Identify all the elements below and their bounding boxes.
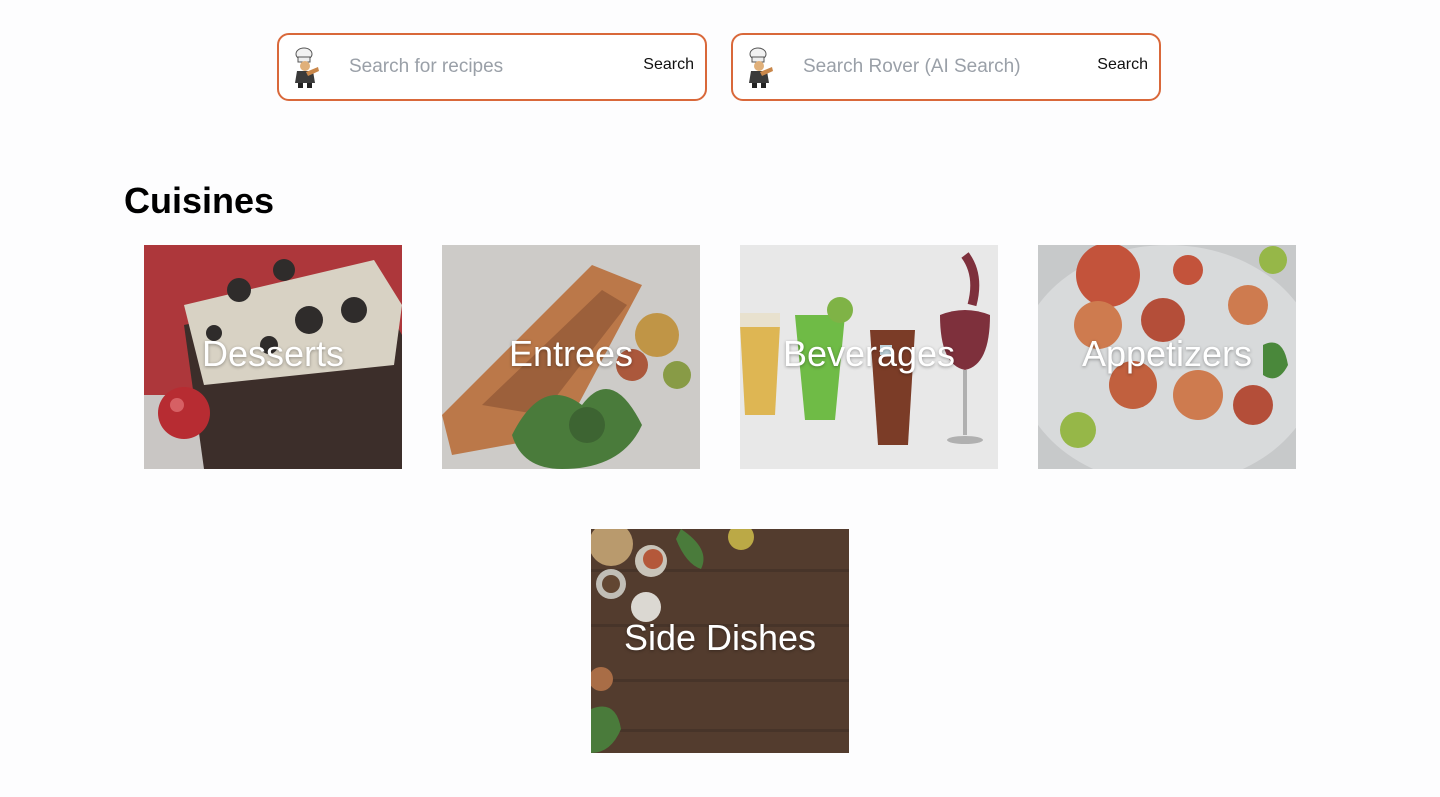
cuisine-label: Entrees [508, 333, 634, 374]
rover-search-bar: Search [731, 33, 1161, 101]
cuisine-label: Desserts [201, 333, 345, 374]
cuisine-label: Side Dishes [623, 617, 817, 658]
recipe-search-button[interactable]: Search [635, 56, 705, 78]
cuisine-card-entrees[interactable]: Entrees [442, 245, 700, 469]
recipe-search-input[interactable] [349, 47, 636, 87]
rover-search-button[interactable]: Search [1089, 56, 1159, 78]
chef-mascot-icon [740, 45, 780, 89]
cuisine-card-side-dishes[interactable]: Side Dishes [591, 529, 849, 753]
cuisine-card-desserts[interactable]: Desserts [144, 245, 402, 469]
rover-search-input[interactable] [803, 47, 1090, 87]
section-title: Cuisines [124, 180, 275, 221]
chef-mascot-icon [286, 45, 326, 89]
cuisine-card-beverages[interactable]: Beverages [740, 245, 998, 469]
cuisine-label: Beverages [782, 333, 956, 374]
cuisine-label: Appetizers [1081, 333, 1253, 374]
recipe-search-bar: Search [277, 33, 707, 101]
cuisine-card-appetizers[interactable]: Appetizers [1038, 245, 1296, 469]
page: Search Search Cuisines [0, 0, 1440, 797]
